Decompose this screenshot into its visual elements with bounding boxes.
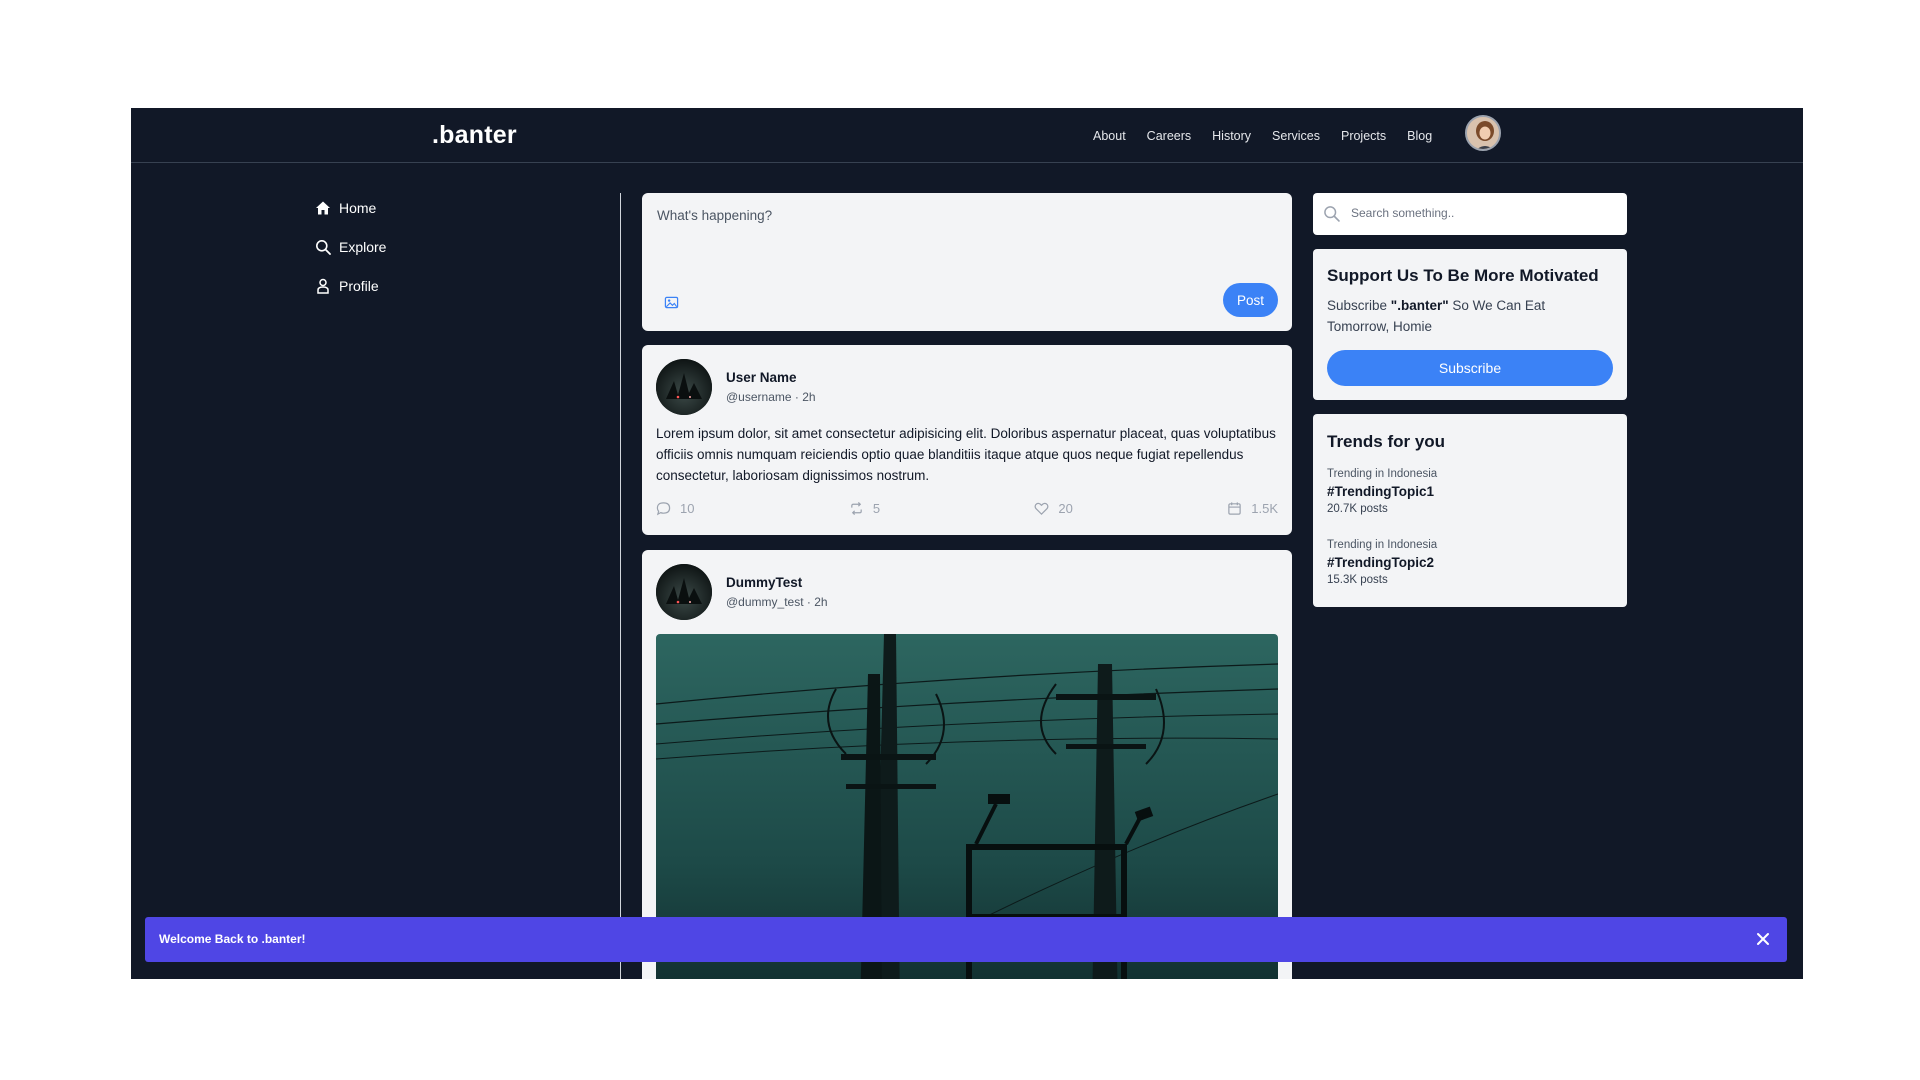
compose-input[interactable] [655,207,1259,224]
post-author: User Name @username · 2h [656,359,816,415]
post-author: DummyTest @dummy_test · 2h [656,564,828,620]
post-button[interactable]: Post [1223,283,1278,317]
comment-button[interactable]: 10 [656,501,694,516]
nav-blog[interactable]: Blog [1407,129,1432,143]
app-window: .banter About Careers History Services P… [131,108,1803,979]
feed-divider [620,193,621,979]
nav-services[interactable]: Services [1272,129,1320,143]
post-author-name[interactable]: DummyTest [726,575,828,590]
post-author-handle: @dummy_test · 2h [726,595,828,609]
calendar-icon [1228,502,1241,515]
nav-about[interactable]: About [1093,129,1126,143]
sidebar-item-label: Explore [339,239,387,255]
sidebar-item-explore[interactable]: Explore [315,239,386,255]
top-navbar: .banter About Careers History Services P… [131,108,1803,163]
user-avatar[interactable] [1465,115,1501,151]
trends-widget: Trends for you Trending in Indonesia #Tr… [1313,414,1627,607]
sidebar-item-profile[interactable]: Profile [315,278,386,294]
support-widget: Support Us To Be More Motivated Subscrib… [1313,249,1627,400]
search-input[interactable] [1349,205,1613,221]
search-box [1313,193,1627,235]
like-button[interactable]: 20 [1034,501,1073,516]
brand-logo[interactable]: .banter [432,121,517,150]
like-count: 20 [1058,501,1073,516]
nav-careers[interactable]: Careers [1147,129,1191,143]
post-text: Lorem ipsum dolor, sit amet consectetur … [656,426,1276,483]
nav-links: About Careers History Services Projects … [1093,108,1453,163]
trend-location: Trending in Indonesia [1327,539,1438,551]
post-author-name[interactable]: User Name [726,370,816,385]
trends-title: Trends for you [1327,432,1446,451]
nav-projects[interactable]: Projects [1341,129,1386,143]
avatar[interactable] [656,359,712,415]
image-icon[interactable] [664,295,679,310]
trend-item[interactable]: Trending in Indonesia #TrendingTopic1 20… [1327,468,1437,515]
post-composer: Post [642,193,1292,331]
repost-button[interactable]: 5 [849,501,880,516]
post-actions: 10 5 20 1.5K [656,501,1278,516]
nav-history[interactable]: History [1212,129,1251,143]
trend-location: Trending in Indonesia [1327,468,1438,480]
repost-count: 5 [872,501,881,516]
trend-count: 15.3K posts [1327,574,1388,586]
trend-item[interactable]: Trending in Indonesia #TrendingTopic2 15… [1327,539,1437,586]
sidebar-item-label: Profile [339,278,379,294]
search-icon [316,240,331,255]
trend-tag: #TrendingTopic1 [1327,484,1435,499]
repost-icon [851,501,862,516]
comment-icon [656,502,671,516]
trend-count: 20.7K posts [1327,503,1388,515]
avatar[interactable] [656,564,712,620]
heart-icon [1034,502,1049,515]
post-author-handle: @username · 2h [726,390,816,404]
post-card: User Name @username · 2h Lorem ipsum dol… [642,345,1292,535]
subscribe-button[interactable]: Subscribe [1327,350,1613,386]
user-icon [317,278,329,294]
comment-count: 10 [680,501,695,516]
support-title: Support Us To Be More Motivated [1327,266,1599,285]
trend-tag: #TrendingTopic2 [1327,555,1435,570]
sidebar-item-home[interactable]: Home [315,200,386,216]
post-card: DummyTest @dummy_test · 2h [642,550,1292,979]
view-count: 1.5K [1251,501,1278,516]
sidebar-item-label: Home [339,200,377,216]
views-button[interactable]: 1.5K [1227,501,1278,516]
sidebar: Home Explore Profile [315,200,386,317]
home-icon [316,201,330,215]
toast-message: Welcome Back to .banter! [159,932,306,946]
close-icon[interactable] [1753,929,1773,949]
search-icon [1324,206,1340,222]
support-text: Subscribe ".banter" So We Can Eat Tomorr… [1327,298,1546,334]
welcome-toast: Welcome Back to .banter! [145,917,1787,962]
